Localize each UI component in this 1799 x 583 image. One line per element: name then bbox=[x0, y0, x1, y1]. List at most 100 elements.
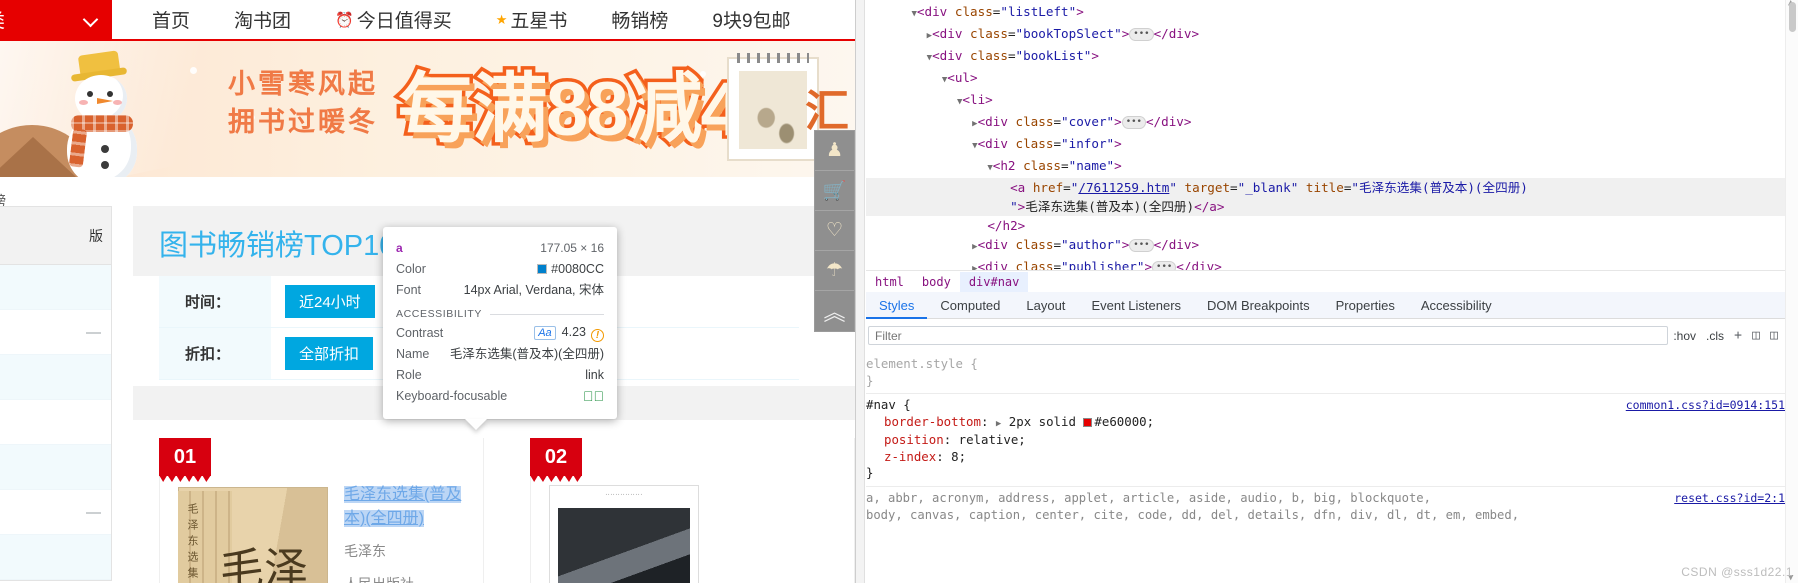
dom-line-selected-cont[interactable]: ">毛泽东选集(普及本)(全四册)</a> bbox=[866, 197, 1785, 216]
cart-icon[interactable]: 🛒 bbox=[815, 171, 854, 211]
filter-rail-row[interactable]: — bbox=[0, 310, 111, 355]
nav-link-99-free-shipping[interactable]: 9块9包邮 bbox=[690, 6, 812, 33]
hov-button[interactable]: :hov bbox=[1668, 329, 1701, 343]
devtools-panel: ▼<div class="listLeft"> ▶<div class="boo… bbox=[855, 0, 1799, 583]
nav-link-taoshutuan[interactable]: 淘书团 bbox=[212, 6, 313, 33]
tooltip-font-key: Font bbox=[396, 283, 422, 297]
dom-line[interactable]: ▼<ul> bbox=[866, 68, 1785, 90]
filter-chip-all-discount[interactable]: 全部折扣 bbox=[285, 337, 374, 370]
back-to-top-icon[interactable]: ︽ bbox=[815, 291, 854, 331]
warning-icon: ! bbox=[591, 329, 604, 342]
filter-rail-row[interactable] bbox=[0, 400, 111, 445]
style-selector: element.style { bbox=[866, 356, 978, 371]
dom-href-link[interactable]: /7611259.htm bbox=[1078, 180, 1169, 195]
breadcrumb-body[interactable]: body bbox=[913, 272, 960, 292]
tooltip-color-key: Color bbox=[396, 262, 426, 276]
tab-accessibility[interactable]: Accessibility bbox=[1408, 292, 1505, 319]
dom-node-text: 毛泽东选集(普及本)(全四册) bbox=[1025, 199, 1195, 214]
tab-styles[interactable]: Styles bbox=[866, 292, 927, 319]
styles-filter-input[interactable] bbox=[868, 326, 1669, 345]
book-info: 毛泽东选集(普及本)(全四册) 毛泽东 人民出版社 ★★★★★10条评论 bbox=[338, 438, 483, 583]
tab-properties[interactable]: Properties bbox=[1323, 292, 1408, 319]
web-page-viewport: 类 首页 淘书团 ⏰今日值得买 ★五星书 畅销榜 9块9包邮 bbox=[0, 0, 855, 583]
breadcrumb-html[interactable]: html bbox=[866, 272, 913, 292]
style-prop-name: z-index bbox=[884, 448, 937, 464]
devtools-tabbar: Styles Computed Layout Event Listeners D… bbox=[866, 292, 1785, 319]
style-prop-color: #e60000; bbox=[1094, 413, 1155, 429]
book-publisher: 人民出版社 bbox=[344, 574, 473, 583]
style-rule-nav[interactable]: common1.css?id=0914:151 #nav { border-bo… bbox=[866, 393, 1785, 486]
filter-rail-row[interactable] bbox=[0, 355, 111, 400]
aa-badge-icon: Aa bbox=[534, 326, 556, 340]
breadcrumb-div-nav[interactable]: div#nav bbox=[959, 271, 1029, 292]
tooltip-contrast-value: Aa 4.23! bbox=[534, 324, 604, 342]
tab-event-listeners[interactable]: Event Listeners bbox=[1078, 292, 1194, 319]
nav-link-home[interactable]: 首页 bbox=[130, 6, 212, 33]
tooltip-arrow bbox=[465, 419, 487, 430]
dom-line[interactable]: ▼<div class="bookList"> bbox=[866, 46, 1785, 68]
book-card[interactable]: 02 ··············· bbox=[530, 438, 855, 583]
tooltip-name-row: Name 毛泽东选集(普及本)(全四册) bbox=[396, 346, 604, 363]
filter-label-time: 时间： bbox=[159, 276, 271, 328]
devtools-gutter bbox=[856, 0, 865, 583]
nav-category-button[interactable]: 类 bbox=[0, 0, 112, 39]
service-icon[interactable]: ☂ bbox=[815, 251, 854, 291]
filter-rail: 版 — — bbox=[0, 206, 112, 581]
style-source-link[interactable]: common1.css?id=0914:151 bbox=[1626, 397, 1785, 414]
style-rule-element-style[interactable]: element.style { } bbox=[866, 353, 1785, 393]
heart-icon[interactable]: ♡ bbox=[815, 211, 854, 251]
book-card[interactable]: 01 毛泽东选集 毛泽 毛泽东选集(普及本)(全四册) 毛泽东 人民出版社 ★★… bbox=[159, 438, 484, 583]
nav-link-label: 畅销榜 bbox=[611, 11, 669, 32]
tab-layout[interactable]: Layout bbox=[1013, 292, 1078, 319]
dom-line[interactable]: ▼<div class="infor"> bbox=[866, 134, 1785, 156]
snowflake-icon bbox=[190, 67, 197, 74]
filter-rail-row[interactable] bbox=[0, 445, 111, 490]
dom-line[interactable]: ▶<div class="publisher"> ••• </div> bbox=[866, 257, 1785, 270]
style-source-link[interactable]: reset.css?id=2:1 bbox=[1674, 490, 1785, 507]
dom-line-selected[interactable]: <a href="/7611259.htm" target="_blank" t… bbox=[866, 178, 1785, 197]
dom-line[interactable]: ▼<div class="listLeft"> bbox=[866, 2, 1785, 24]
style-declaration[interactable]: border-bottom: ▶ 2px solid #e60000; bbox=[866, 414, 1785, 433]
nav-link-label: 淘书团 bbox=[234, 11, 292, 32]
plus-icon[interactable]: + bbox=[1729, 328, 1747, 344]
nav-link-five-star[interactable]: ★ 五星书 bbox=[474, 6, 590, 33]
style-declaration[interactable]: position: relative; bbox=[866, 432, 1785, 449]
nav-link-bestseller[interactable]: 畅销榜 bbox=[589, 6, 690, 33]
tooltip-color-hex: #0080CC bbox=[551, 262, 604, 276]
book-title-link[interactable]: 毛泽东选集(普及本)(全四册) bbox=[344, 486, 462, 527]
tooltip-color-row: Color #0080CC bbox=[396, 261, 604, 278]
style-declaration[interactable]: z-index: 8; bbox=[866, 449, 1785, 466]
cls-button[interactable]: .cls bbox=[1701, 329, 1729, 343]
tab-computed[interactable]: Computed bbox=[927, 292, 1013, 319]
scrollbar-thumb[interactable] bbox=[1789, 2, 1796, 32]
filter-rail-row-label: — bbox=[86, 503, 101, 521]
filter-rail-row[interactable] bbox=[0, 265, 111, 310]
new-style-rule-icon[interactable]: ◫ bbox=[1747, 328, 1765, 344]
tooltip-role-value: link bbox=[585, 368, 604, 382]
dom-line[interactable]: ▼<h2 class="name"> bbox=[866, 156, 1785, 178]
toggle-sidebar-icon[interactable]: ◫ bbox=[1765, 328, 1783, 344]
color-swatch-icon[interactable] bbox=[1083, 417, 1093, 427]
style-selector-cont: body, canvas, caption, center, cite, cod… bbox=[866, 507, 1520, 522]
tooltip-name-key: Name bbox=[396, 347, 430, 361]
tab-dom-breakpoints[interactable]: DOM Breakpoints bbox=[1194, 292, 1323, 319]
filter-rail-row[interactable]: — bbox=[0, 490, 111, 535]
tooltip-tag-name: a bbox=[396, 241, 403, 255]
filter-chip-24h[interactable]: 近24小时 bbox=[285, 285, 375, 318]
alarm-clock-icon: ⏰ bbox=[335, 11, 354, 29]
dom-line[interactable]: ▶<div class="bookTopSlect"> ••• </div> bbox=[866, 24, 1785, 46]
nav-link-label: 五星书 bbox=[510, 11, 568, 32]
filter-rail-row[interactable] bbox=[0, 535, 111, 580]
tooltip-font-row: Font 14px Arial, Verdana, 宋体 bbox=[396, 282, 604, 299]
devtools-scrollbar[interactable]: ▲ ▼ bbox=[1785, 0, 1798, 583]
tooltip-contrast-key: Contrast bbox=[396, 325, 444, 340]
nav-link-today-deals[interactable]: ⏰ 今日值得买 bbox=[313, 6, 474, 33]
dom-line[interactable]: ▼<li> bbox=[866, 90, 1785, 112]
style-prop-value: 2px solid bbox=[1008, 413, 1076, 429]
promo-banner[interactable]: 小雪寒风起 拥书过暖冬 每满88减40 汇 bbox=[0, 41, 855, 177]
dom-line[interactable]: </h2> bbox=[866, 216, 1785, 235]
user-icon[interactable]: ♟ bbox=[815, 131, 854, 171]
style-rule-reset[interactable]: reset.css?id=2:1 a, abbr, acronym, addre… bbox=[866, 485, 1785, 528]
dom-line[interactable]: ▶<div class="author"> ••• </div> bbox=[866, 235, 1785, 257]
dom-line[interactable]: ▶<div class="cover"> ••• </div> bbox=[866, 112, 1785, 134]
